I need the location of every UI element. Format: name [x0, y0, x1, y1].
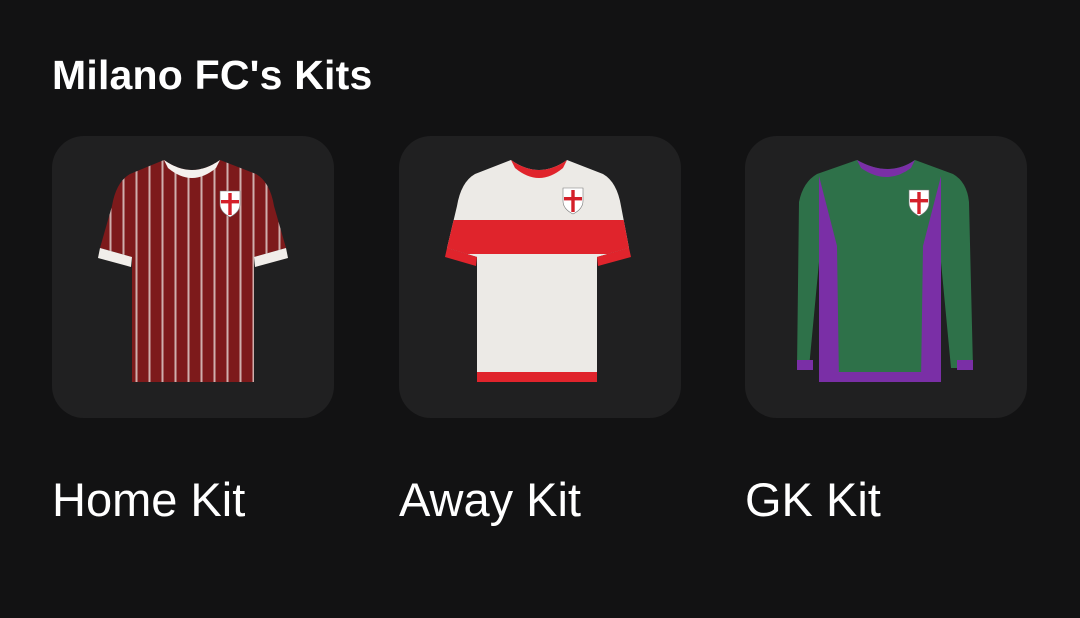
- home-shirt-icon: [98, 160, 288, 382]
- home-kit-tile[interactable]: Home Kit: [52, 136, 334, 526]
- away-kit-label: Away Kit: [399, 473, 581, 526]
- kits-screen: Milano FC's Kits Home Kit Away Kit GK Ki…: [0, 0, 1080, 618]
- gk-kit-card[interactable]: [745, 136, 1027, 418]
- left-cuff: [797, 360, 813, 370]
- home-kit-card[interactable]: [52, 136, 334, 418]
- gk-shirt-icon: [797, 160, 973, 382]
- away-shirt-icon: [445, 160, 631, 382]
- section-title: Milano FC's Kits: [52, 52, 373, 98]
- chest-band: [447, 220, 629, 254]
- right-cuff: [957, 360, 973, 370]
- gk-kit-label: GK Kit: [745, 473, 881, 526]
- gk-kit-tile[interactable]: GK Kit: [745, 136, 1027, 526]
- away-kit-card[interactable]: [399, 136, 681, 418]
- away-kit-tile[interactable]: Away Kit: [399, 136, 681, 526]
- home-kit-label: Home Kit: [52, 473, 246, 526]
